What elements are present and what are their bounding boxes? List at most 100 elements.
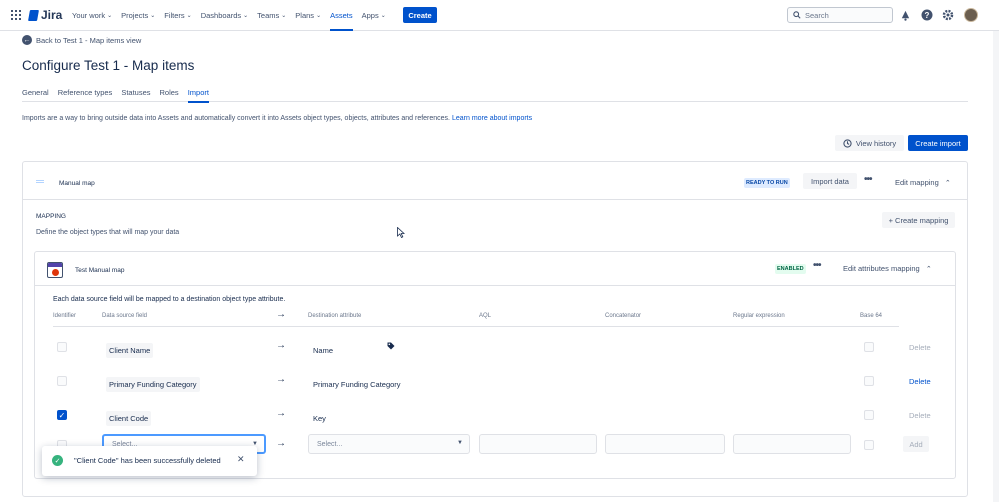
header-divider xyxy=(53,326,899,327)
object-type-icon xyxy=(47,262,63,278)
more-actions-icon[interactable]: ••• xyxy=(813,260,821,271)
nav-your-work[interactable]: Your work ⌄ xyxy=(72,0,112,31)
notification-icon[interactable] xyxy=(898,8,912,22)
chevron-down-icon: ⌄ xyxy=(316,13,322,19)
mapping-title: MAPPING xyxy=(36,213,66,220)
chevron-down-icon: ⌄ xyxy=(186,13,192,19)
app-switcher-icon[interactable] xyxy=(11,10,21,20)
identifier-checkbox-checked[interactable]: ✓ xyxy=(57,410,67,420)
nav-projects[interactable]: Projects ⌄ xyxy=(121,0,155,31)
nav-dashboards[interactable]: Dashboards ⌄ xyxy=(201,0,248,31)
arrow-right-icon: → xyxy=(276,438,286,449)
tab-reference-types[interactable]: Reference types xyxy=(58,88,113,102)
destination-attribute: Name xyxy=(313,346,334,355)
chevron-down-icon: ▼ xyxy=(457,440,463,446)
view-history-label: View history xyxy=(855,138,897,148)
back-link-label: Back to Test 1 - Map items view xyxy=(36,35,142,45)
create-import-button[interactable]: Create import xyxy=(908,135,968,151)
aql-input[interactable] xyxy=(479,434,597,454)
mapping-description: Define the object types that will map yo… xyxy=(36,229,180,236)
avatar[interactable] xyxy=(964,8,978,22)
nav-apps[interactable]: Apps ⌄ xyxy=(362,0,386,31)
tab-general[interactable]: General xyxy=(22,88,49,102)
base64-checkbox[interactable] xyxy=(864,410,874,420)
arrow-right-icon: → xyxy=(276,374,286,385)
learn-more-link[interactable]: Learn more about imports xyxy=(452,115,532,122)
object-type-header: Test Manual map ENABLED ••• Edit attribu… xyxy=(35,252,955,286)
add-button[interactable]: Add xyxy=(903,436,929,452)
view-history-button[interactable]: View history xyxy=(835,135,904,151)
import-data-button[interactable]: Import data xyxy=(803,173,857,189)
tab-roles[interactable]: Roles xyxy=(160,88,179,102)
settings-icon[interactable] xyxy=(941,8,955,22)
data-source-field: Client Code xyxy=(106,411,152,426)
label-tag-icon xyxy=(387,342,395,352)
edit-attributes-mapping-button[interactable]: Edit attributes mapping ⌃ xyxy=(843,264,932,273)
nav-teams-label: Teams xyxy=(257,11,280,20)
edit-mapping-label: Edit mapping xyxy=(895,178,939,187)
mapping-table-description: Each data source field will be mapped to… xyxy=(53,296,286,303)
column-data-source-field: Data source field xyxy=(102,313,148,319)
page-title: Configure Test 1 - Map items xyxy=(22,58,195,73)
delete-button[interactable]: Delete xyxy=(909,411,931,420)
identifier-checkbox[interactable] xyxy=(57,376,67,386)
intro-text: Imports are a way to bring outside data … xyxy=(22,115,532,122)
destination-attribute: Primary Funding Category xyxy=(313,380,401,389)
nav-assets[interactable]: Assets xyxy=(330,0,353,31)
nav-filters[interactable]: Filters ⌄ xyxy=(164,0,191,31)
object-type-name: Test Manual map xyxy=(75,267,125,274)
help-icon[interactable]: ? xyxy=(920,8,934,22)
nav-menu: Your work ⌄ Projects ⌄ Filters ⌄ Dashboards… xyxy=(72,0,395,31)
chevron-down-icon: ⌄ xyxy=(150,13,156,19)
arrow-right-icon: → xyxy=(276,309,286,320)
status-badge: READY TO RUN xyxy=(744,178,790,188)
edit-mapping-button[interactable]: Edit mapping ⌃ xyxy=(895,178,951,187)
chevron-down-icon: ⌄ xyxy=(107,13,113,19)
success-check-icon: ✓ xyxy=(52,455,63,466)
page-scrollbar[interactable] xyxy=(993,31,999,502)
create-mapping-button[interactable]: + Create mapping xyxy=(882,212,955,228)
chevron-up-icon: ⌃ xyxy=(944,180,951,187)
column-concatenator: Concatenator xyxy=(605,313,642,319)
search-input[interactable]: Search xyxy=(787,7,893,23)
nav-assets-label: Assets xyxy=(330,11,353,20)
search-placeholder: Search xyxy=(805,10,829,20)
mouse-cursor-icon xyxy=(397,226,406,241)
base64-checkbox[interactable] xyxy=(864,440,874,450)
nav-filters-label: Filters xyxy=(164,11,185,20)
nav-dashboards-label: Dashboards xyxy=(200,11,242,20)
column-base-64: Base 64 xyxy=(860,313,883,319)
nav-plans[interactable]: Plans ⌄ xyxy=(295,0,321,31)
back-link[interactable]: ← Back to Test 1 - Map items view xyxy=(22,35,141,45)
toast-message: "Client Code" has been successfully dele… xyxy=(74,456,221,465)
nav-teams[interactable]: Teams ⌄ xyxy=(257,0,286,31)
nav-apps-label: Apps xyxy=(361,11,379,20)
edit-attributes-label: Edit attributes mapping xyxy=(843,264,920,273)
more-actions-icon[interactable]: ••• xyxy=(864,174,872,185)
column-identifier: Identifier xyxy=(53,313,77,319)
tabs: General Reference types Statuses Roles I… xyxy=(22,88,968,103)
concatenator-input[interactable] xyxy=(605,434,725,454)
jira-logo-icon xyxy=(28,9,39,21)
nav-projects-label: Projects xyxy=(121,11,149,20)
destination-attribute: Key xyxy=(313,414,326,423)
import-card-header: Manual map READY TO RUN Import data ••• … xyxy=(23,162,967,200)
column-destination-attribute: Destination attribute xyxy=(308,313,362,319)
base64-checkbox[interactable] xyxy=(864,376,874,386)
create-button[interactable]: Create xyxy=(403,7,437,23)
base64-checkbox[interactable] xyxy=(864,342,874,352)
chevron-down-icon: ⌄ xyxy=(281,13,287,19)
tab-import[interactable]: Import xyxy=(187,88,210,103)
tab-statuses[interactable]: Statuses xyxy=(121,88,150,102)
delete-button[interactable]: Delete xyxy=(909,377,931,386)
nav-your-work-label: Your work xyxy=(72,11,106,20)
chevron-up-icon: ⌃ xyxy=(925,266,932,273)
jira-logo[interactable]: Jira xyxy=(28,8,62,22)
close-icon[interactable]: ✕ xyxy=(237,454,245,465)
arrow-left-icon: ← xyxy=(22,35,32,45)
destination-attribute-select[interactable]: Select... ▼ xyxy=(308,434,470,454)
regular-expression-input[interactable] xyxy=(733,434,851,454)
top-nav: Jira Your work ⌄ Projects ⌄ Filters ⌄ Dashb… xyxy=(0,0,999,31)
delete-button[interactable]: Delete xyxy=(909,343,931,352)
identifier-checkbox[interactable] xyxy=(57,342,67,352)
